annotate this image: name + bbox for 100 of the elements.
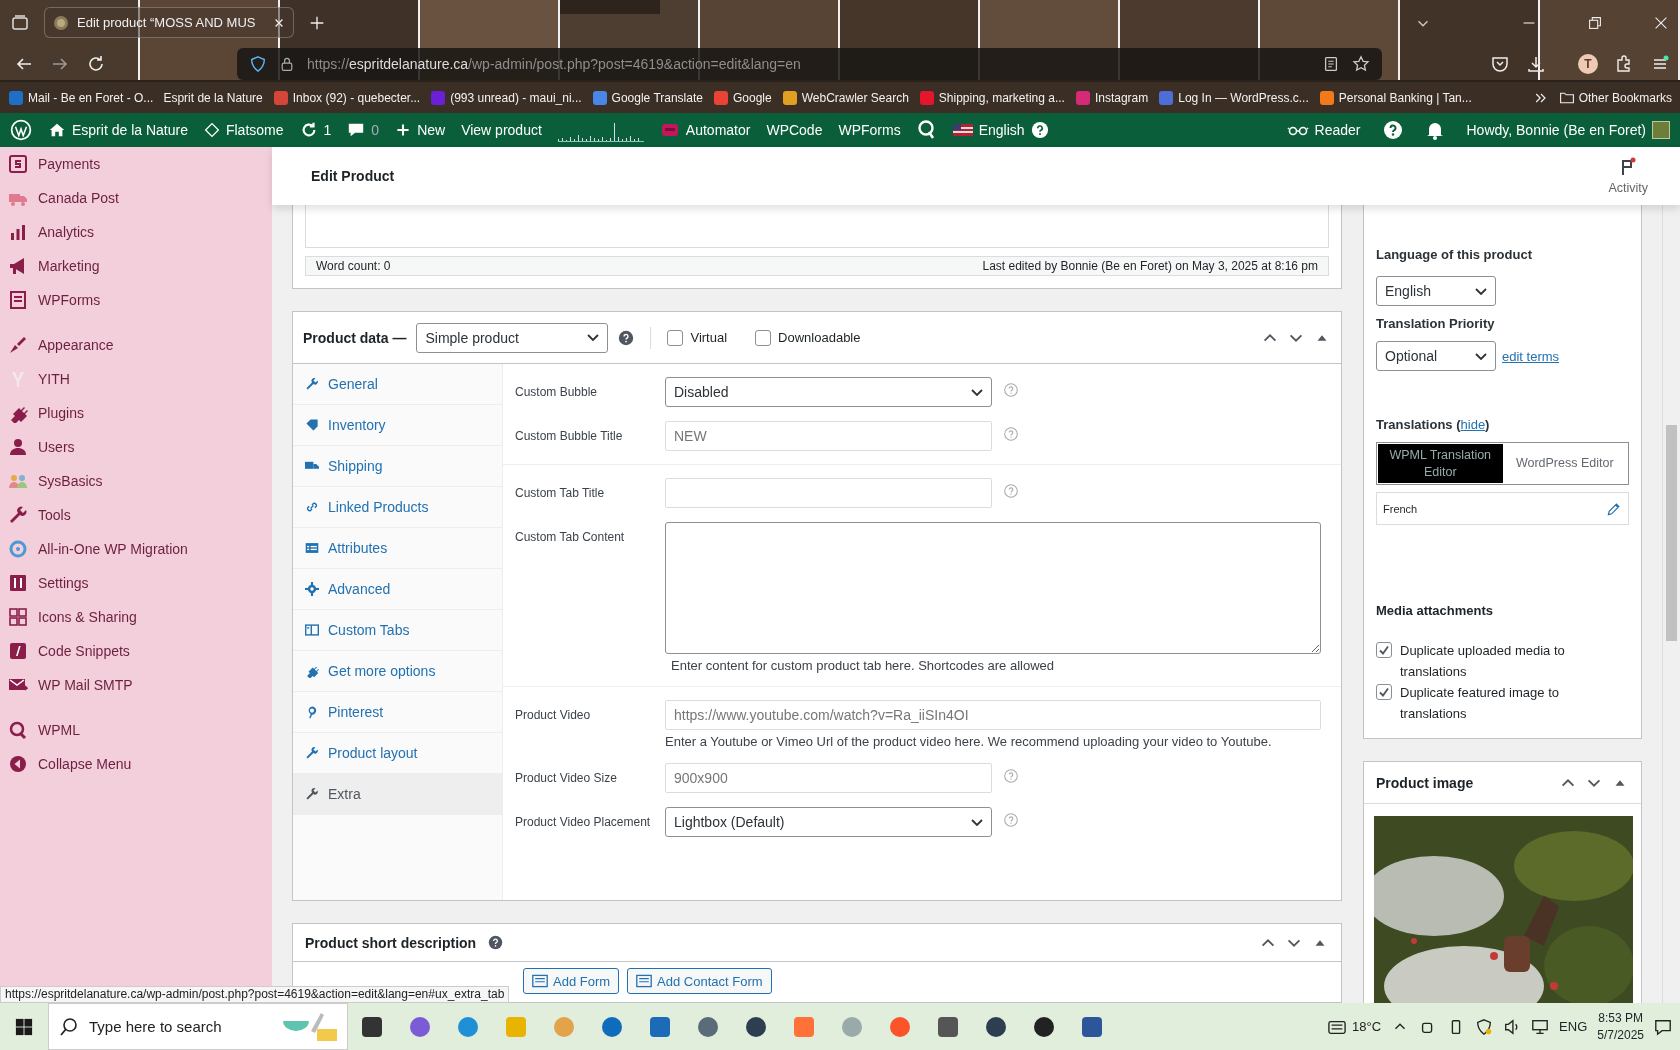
search-icon [59, 1016, 79, 1037]
address-bar[interactable]: https://espritdelanature.ca/wp-admin/post.php?post=4619&action=edit&lang=en [237, 47, 1382, 80]
menu-item[interactable]: Code Snippets [0, 634, 272, 668]
menu-item[interactable]: Icons & Sharing [0, 600, 272, 634]
edit-terms-link[interactable]: edit terms [1502, 348, 1560, 364]
network-icon[interactable] [1531, 1017, 1550, 1036]
add-form-button[interactable]: Add Contact Form [627, 968, 772, 994]
menu-item[interactable]: All-in-One WP Migration [0, 532, 272, 566]
notification-icon[interactable] [1654, 1017, 1672, 1036]
menu-item[interactable]: Users [0, 430, 272, 464]
bookmark[interactable]: Google [712, 89, 772, 106]
language-switcher[interactable]: English [952, 121, 1049, 139]
wrench-icon [305, 787, 319, 801]
bookmark[interactable]: WebCrawler Search [781, 89, 909, 106]
bookmark[interactable]: Log In — WordPress.c... [1158, 89, 1309, 106]
menu-item[interactable]: WPML [0, 713, 272, 747]
input-language[interactable]: ENG [1559, 1019, 1588, 1034]
checkbox[interactable] [755, 329, 772, 346]
bookmark[interactable]: (993 unread) - maui_ni... [430, 89, 582, 106]
bookmark[interactable]: Google Translate [591, 89, 703, 106]
logo-icon[interactable] [916, 119, 937, 141]
menu-item[interactable]: Canada Post [0, 181, 272, 215]
input-field[interactable]: https://www.youtube.com/watch?v=Ra_iiSIn4OI [665, 700, 1321, 730]
bookmark[interactable]: Mail - Be en Foret - O... [8, 89, 154, 106]
tab[interactable]: Extra [293, 774, 502, 815]
input-field[interactable]: 900x900 [665, 763, 992, 793]
menu-item[interactable]: Payments [0, 147, 272, 181]
help-icon[interactable] [488, 935, 504, 950]
input-field[interactable] [665, 478, 992, 508]
star-icon[interactable] [1352, 54, 1370, 73]
bookmark[interactable]: Instagram [1074, 89, 1149, 106]
tab-title: Edit product “MOSS AND MUS [77, 15, 257, 30]
theme-link[interactable]: Flatsome [203, 122, 284, 138]
clock[interactable]: 8:53 PM 5/7/2025 [1597, 1009, 1644, 1044]
field-label: Translation Priority [1376, 316, 1496, 331]
chevron-down-icon [971, 818, 983, 826]
speech-bubble-icon [347, 121, 366, 139]
tab-list-icon[interactable] [10, 12, 30, 33]
admin-bar-link[interactable]: View product [461, 122, 542, 138]
scrollbar-thumb[interactable] [1666, 425, 1677, 641]
bookmark[interactable]: Inbox (92) - quebecter... [272, 89, 421, 106]
grid-icon [8, 607, 28, 627]
select-field[interactable]: Disabled [665, 377, 992, 407]
automator-link[interactable]: Automator [659, 120, 751, 140]
menu-item[interactable]: Tools [0, 498, 272, 532]
section-label: Media attachments [1376, 603, 1495, 618]
checkbox[interactable] [1376, 684, 1392, 700]
favicon-icon [1318, 89, 1335, 106]
menu-item[interactable]: Collapse Menu [0, 747, 272, 781]
editor-option[interactable]: WPML Translation Editor [1378, 444, 1503, 483]
menu-item[interactable]: Analytics [0, 215, 272, 249]
person-icon [8, 437, 28, 457]
pencil-icon[interactable] [1606, 500, 1622, 517]
admin-bar-link[interactable]: WPCode [766, 122, 823, 138]
shield-icon[interactable] [1475, 1017, 1494, 1036]
bookmark[interactable]: Esprit de la Nature [163, 90, 263, 105]
help-icon[interactable] [618, 329, 635, 346]
field-label: Custom Tab Title [515, 485, 606, 500]
language-select[interactable]: English [1376, 276, 1496, 306]
field-label: Custom Bubble [515, 384, 599, 399]
menu-item[interactable]: SysBasics [0, 464, 272, 498]
menu-item[interactable]: Appearance [0, 328, 272, 362]
browser-tab[interactable]: Edit product “MOSS AND MUS [44, 7, 294, 38]
reader-view-icon[interactable] [1322, 54, 1340, 73]
menu-item[interactable]: WPForms [0, 283, 272, 317]
new-link[interactable]: New [395, 122, 446, 138]
menu-item[interactable]: Plugins [0, 396, 272, 430]
bookmark-folder[interactable]: Other Bookmarks [1558, 89, 1672, 106]
priority-select[interactable]: Optional [1376, 341, 1496, 371]
menu-item[interactable]: YITH [0, 362, 272, 396]
favicon-icon [1158, 89, 1175, 106]
admin-bar-link[interactable]: WPForms [838, 122, 901, 138]
bookmark[interactable]: Shipping, marketing a... [918, 89, 1065, 106]
add-form-button[interactable]: Add Form [523, 968, 620, 994]
search-field[interactable]: Type here to search [48, 1003, 348, 1050]
product-type-select[interactable]: Simple product [416, 322, 609, 353]
site-link[interactable]: Esprit de la Nature [48, 121, 188, 139]
scrollbar[interactable] [1662, 205, 1680, 1003]
checkbox[interactable] [1376, 642, 1392, 658]
windows-logo-icon[interactable] [15, 1017, 33, 1036]
favicon-icon [53, 14, 69, 31]
site-logo-icon[interactable] [10, 119, 32, 141]
menu-item[interactable]: Settings [0, 566, 272, 600]
reload-icon[interactable] [86, 53, 106, 74]
menu-item[interactable]: Marketing [0, 249, 272, 283]
input-field[interactable]: NEW [665, 421, 992, 451]
activity-button[interactable]: Activity [1602, 156, 1654, 196]
checkbox[interactable] [667, 329, 684, 346]
help-icon[interactable] [1382, 120, 1403, 140]
menu-item[interactable]: WP Mail SMTP [0, 668, 272, 702]
select-field[interactable]: Lightbox (Default) [665, 807, 992, 837]
chevron-down-icon [587, 334, 600, 341]
weather-widget[interactable]: 18°C [1328, 1017, 1382, 1036]
hide-link[interactable]: hide [1460, 417, 1486, 432]
wrench-icon [305, 377, 319, 391]
reader-link[interactable]: Reader [1286, 120, 1361, 140]
account-menu[interactable]: Howdy, Bonnie (Be en Foret) [1466, 121, 1670, 139]
updates-link[interactable]: 1 [299, 121, 332, 139]
bookmark[interactable]: Personal Banking | Tan... [1318, 89, 1472, 106]
favicon-icon [591, 89, 608, 106]
